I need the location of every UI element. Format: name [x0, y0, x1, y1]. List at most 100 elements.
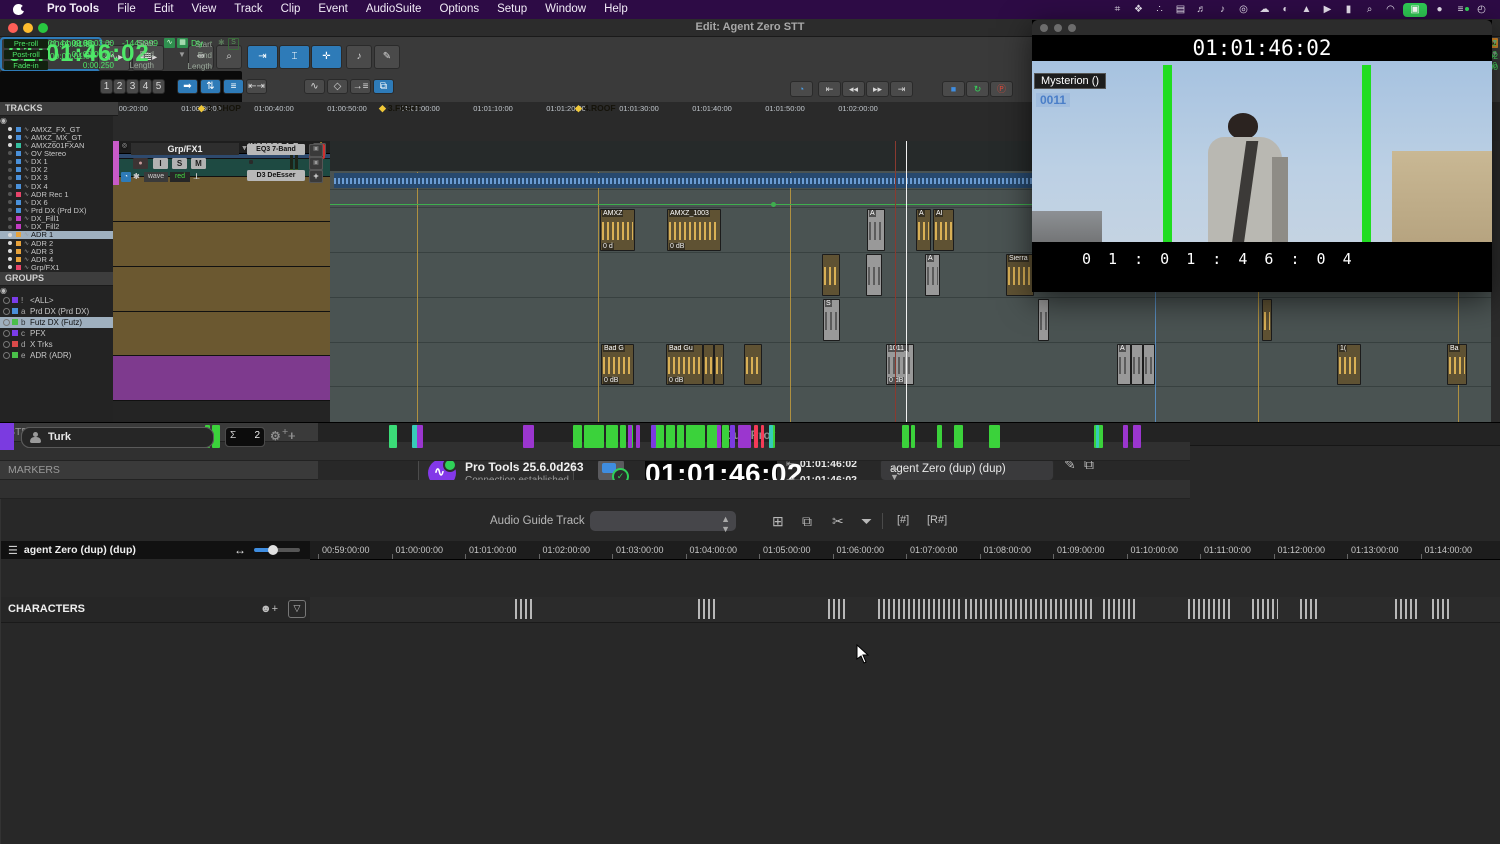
- clip-a[interactable]: A: [925, 254, 940, 296]
- menu-options[interactable]: Options: [430, 0, 488, 19]
- track-view-selector[interactable]: wave: [144, 172, 168, 182]
- track-list-item-dx_fill2[interactable]: ∿DX_Fill2: [0, 223, 113, 231]
- clip-unnamed[interactable]: [744, 344, 762, 385]
- track-active-dot[interactable]: [8, 225, 12, 229]
- add-insert-button[interactable]: +: [309, 170, 323, 183]
- document-icon[interactable]: ▤: [948, 482, 959, 496]
- record-menu-icon[interactable]: ●: [1429, 0, 1450, 19]
- out-timecode-row[interactable]: ⇥01:01:46:02: [786, 474, 857, 486]
- track-list-item-adr-1[interactable]: ∿ADR 1: [0, 231, 113, 239]
- group-item-prd-dx-prd-dx-[interactable]: aPrd DX (Prd DX): [0, 306, 113, 317]
- cue-clip[interactable]: [722, 425, 729, 448]
- add-cue-button[interactable]: +: [288, 428, 296, 443]
- section-row-markers[interactable]: MARKERS+: [0, 461, 318, 480]
- renumber-button[interactable]: [R#]: [922, 511, 952, 529]
- track-list-item-adr-rec-1[interactable]: ∿ADR Rec 1: [0, 190, 113, 198]
- cue-clip[interactable]: [911, 425, 915, 448]
- track-active-dot[interactable]: [8, 192, 12, 196]
- insert-d3-deesser[interactable]: D3 DeEsser: [247, 170, 305, 181]
- inserts-window-button[interactable]: ▣: [309, 144, 323, 157]
- track-list-item-adr-2[interactable]: ∿ADR 2: [0, 239, 113, 247]
- slider-knob[interactable]: [268, 545, 278, 555]
- cue-pro-ruler[interactable]: 00:59:00:0001:00:00:0001:01:00:0001:02:0…: [310, 541, 1500, 560]
- in-timecode-row[interactable]: ⇤01:01:46:02: [786, 458, 857, 470]
- elastic-icon[interactable]: ✱: [218, 38, 225, 47]
- track-list-item-dx-1[interactable]: ∿DX 1: [0, 158, 113, 166]
- grid-view-icon[interactable]: ▦: [177, 38, 188, 48]
- online-button[interactable]: ◔: [790, 81, 813, 97]
- layered-edit-button[interactable]: →≡: [350, 79, 371, 94]
- track-header-grp-fx1[interactable]: ◎Grp/FX1▼●ISM◔✱wavered⊥EQ3 7-BandD3 DeEs…: [113, 356, 330, 401]
- gear-icon[interactable]: ⚙: [270, 429, 281, 443]
- clip-a[interactable]: A: [867, 209, 885, 251]
- zoom-preset-3[interactable]: 3: [126, 79, 139, 94]
- track-m-button[interactable]: M: [191, 158, 206, 169]
- clip-ba[interactable]: Ba: [1447, 344, 1467, 385]
- insert-eq3-7-band[interactable]: EQ3 7-Band: [247, 144, 305, 155]
- cue-clip[interactable]: [686, 425, 705, 448]
- cue-clip[interactable]: [730, 425, 735, 448]
- take-selector[interactable]: agent Zero (dup) (dup) ▲▼: [880, 458, 1054, 481]
- track-active-dot[interactable]: [8, 160, 12, 164]
- group-item--all-[interactable]: !<ALL>: [0, 295, 113, 306]
- cue-clip[interactable]: [989, 425, 1000, 448]
- solo-safe-icon[interactable]: S: [228, 38, 239, 50]
- track-active-dot[interactable]: [8, 176, 12, 180]
- cue-clip[interactable]: [523, 425, 534, 448]
- cue-clip[interactable]: [389, 425, 397, 448]
- scrub-tool[interactable]: ♪: [346, 45, 372, 69]
- group-item-x-trks[interactable]: dX Trks: [0, 339, 113, 350]
- edit-vertical-scrollbar[interactable]: [1491, 141, 1500, 432]
- funnel-icon[interactable]: ⏷: [861, 513, 872, 530]
- zoom-preset-4[interactable]: 4: [139, 79, 152, 94]
- pre_roll-value[interactable]: 00:00:03:00: [52, 39, 114, 48]
- filter-icon[interactable]: ▽: [288, 600, 306, 618]
- character-pill[interactable]: Turk: [21, 427, 214, 448]
- clip-unnamed[interactable]: [714, 344, 724, 385]
- tab-transient-button[interactable]: ➡: [177, 79, 198, 94]
- automation-follows-button[interactable]: ◇: [327, 79, 348, 94]
- track-active-dot[interactable]: [8, 208, 12, 212]
- group-dot[interactable]: [3, 308, 10, 315]
- group-dot[interactable]: [3, 352, 10, 359]
- triangle-app-icon[interactable]: ▲: [1296, 0, 1317, 19]
- go-to-end-button[interactable]: ⇥: [890, 81, 913, 97]
- video-titlebar[interactable]: [1032, 20, 1492, 35]
- clip-al[interactable]: Al: [933, 209, 954, 251]
- keyboard-switcher-icon[interactable]: ⌗: [1107, 0, 1128, 19]
- clip-unnamed[interactable]: [1143, 344, 1155, 385]
- clip-sierra[interactable]: Sierra: [1006, 254, 1034, 296]
- clip-unnamed[interactable]: [822, 254, 840, 296]
- group-dot[interactable]: [3, 330, 10, 337]
- link-track-button[interactable]: ≡: [223, 79, 244, 94]
- elastic-audio-icon[interactable]: ✱: [133, 172, 140, 181]
- record-button[interactable]: Ⓟ: [990, 81, 1013, 97]
- split-scissors-icon[interactable]: ✂: [832, 513, 844, 530]
- return-to-zero-button[interactable]: ⇤: [818, 81, 841, 97]
- sync-monitor-icon[interactable]: ✓: [598, 459, 624, 481]
- camera-active-icon[interactable]: ▣: [1403, 3, 1427, 17]
- menu-track[interactable]: Track: [225, 0, 271, 19]
- track-active-dot[interactable]: [8, 135, 12, 139]
- clip-s[interactable]: S: [823, 299, 840, 341]
- cue-clip[interactable]: [937, 425, 942, 448]
- chevron-down-icon[interactable]: ▼: [178, 50, 186, 59]
- cue-clip[interactable]: [717, 425, 721, 448]
- record-enable-button[interactable]: ●: [133, 158, 148, 169]
- group-dot[interactable]: [3, 319, 10, 326]
- selector-tool[interactable]: ⌶: [279, 45, 310, 69]
- zoom-preset-5[interactable]: 5: [152, 79, 165, 94]
- clip-unnamed[interactable]: [1038, 299, 1049, 341]
- clock-icon[interactable]: ◴: [1471, 0, 1492, 19]
- cue-clip[interactable]: [902, 425, 909, 448]
- window-layout-icon[interactable]: ❖: [1128, 0, 1149, 19]
- number-button[interactable]: [#]: [892, 511, 914, 529]
- add-character-icon[interactable]: ☻+: [260, 597, 278, 622]
- clock-icon[interactable]: ◔: [208, 38, 213, 47]
- group-item-adr-adr-[interactable]: eADR (ADR): [0, 350, 113, 361]
- h-zoom-icon[interactable]: ↔: [234, 543, 246, 557]
- menu-help[interactable]: Help: [595, 0, 637, 19]
- audio-switch-icon[interactable]: ≡: [1450, 0, 1471, 19]
- track-freeze-icon[interactable]: ◎: [121, 143, 128, 150]
- cue-clip[interactable]: [954, 425, 963, 448]
